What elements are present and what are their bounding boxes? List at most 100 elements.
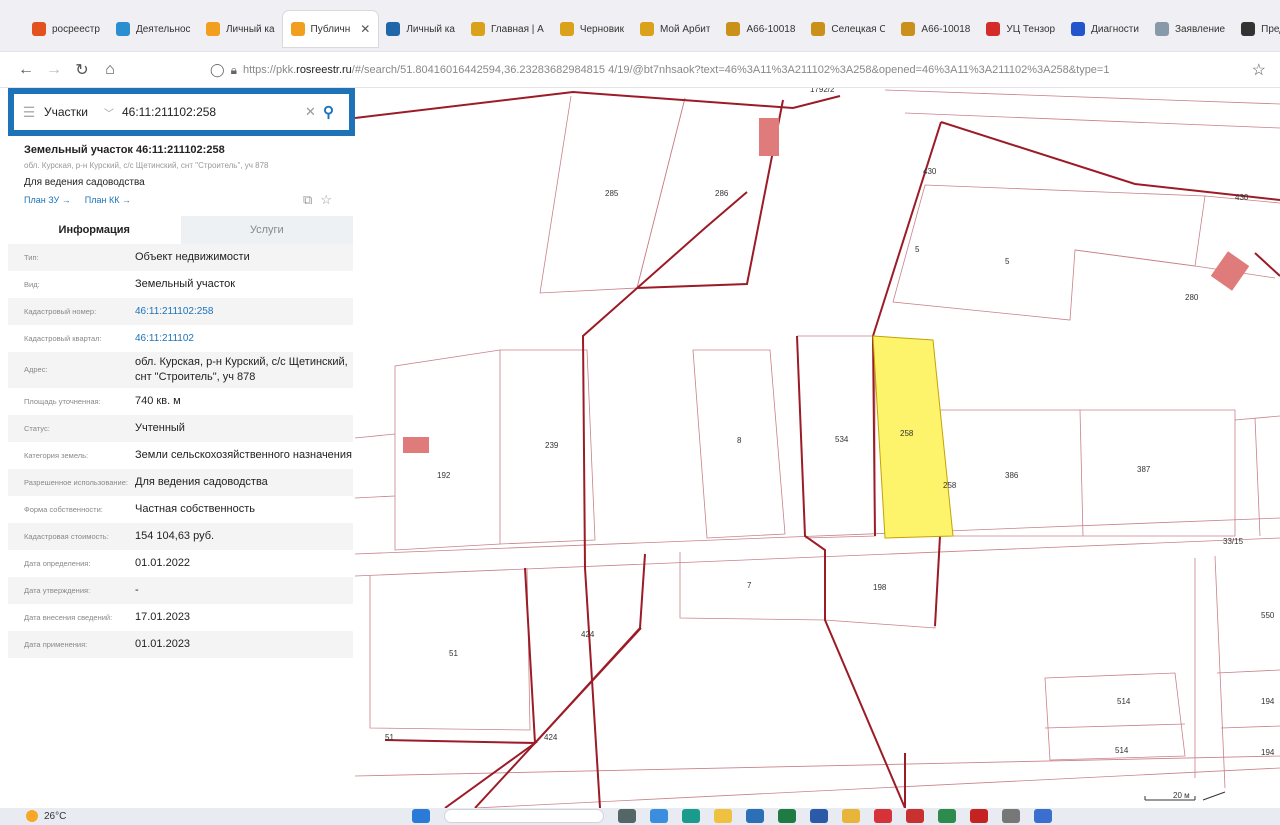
menu-icon[interactable]: ☰ [14,104,44,121]
browser-tab[interactable]: Диагности [1063,11,1147,47]
browser-tab[interactable]: Публичн ✕ [282,11,379,47]
attribute-link[interactable]: 46:11:211102 [135,332,353,346]
zoom-to-icon[interactable]: ⧉ [303,192,312,208]
parcel-number-label: 550 [1261,611,1275,620]
plan-kk-link[interactable]: План КК → [85,195,131,205]
attribute-value: 740 кв. м [135,394,181,407]
tab-favicon-icon [986,22,1001,36]
browser-tab[interactable]: А66-10018 [718,11,803,47]
browser-tab[interactable]: Селецкая С [803,11,893,47]
excel-icon[interactable] [778,809,796,823]
tab-services[interactable]: Услуги [180,216,353,244]
parcel-number-label: 258 [943,481,957,490]
chevron-down-icon[interactable]: ﹀ [104,105,122,120]
attribute-row: Статус: Учтенный [8,414,353,442]
attribute-row: Дата применения: 01.01.2023 [8,630,353,658]
bookmark-star-icon[interactable]: ☆ [1252,60,1266,80]
browser-tab[interactable]: Личный ка [198,11,283,47]
search-bar: ☰ Участки ﹀ 46:11:211102:258 ✕ ⚲ ‹ [8,88,369,136]
cadastral-map[interactable]: 1792/2 285 286 430 430 5 5 280 239 192 8 534 258 258 3… [355,88,1280,808]
parcel-number-label: 7 [747,581,752,590]
word-icon[interactable] [810,809,828,823]
attribute-link[interactable]: 46:11:211102:258 [135,305,353,319]
parcel-number-label: 424 [544,733,558,742]
parcel-number-label: 198 [873,583,887,592]
attribute-value: Для ведения садоводства [135,475,268,488]
attribute-key: Форма собственности: [24,504,103,514]
browser-tab[interactable]: А66-10018 [893,11,978,47]
attribute-key: Дата определения: [24,558,91,568]
explorer-icon[interactable] [842,809,860,823]
browser-tab[interactable]: Черновик [552,11,632,47]
shield-icon[interactable]: ◯ [210,62,225,78]
parcel-number-label: 514 [1117,697,1131,706]
sun-icon [26,810,38,822]
yandex-icon[interactable] [906,809,924,823]
close-tab-icon[interactable]: ✕ [360,22,370,36]
plan-zu-link[interactable]: План ЗУ → [24,195,71,205]
vpn-icon[interactable] [938,809,956,823]
store-icon[interactable] [746,809,764,823]
favorite-star-icon[interactable]: ☆ [320,192,332,208]
folder-icon[interactable] [714,809,732,823]
map-canvas[interactable]: 1792/2 285 286 430 430 5 5 280 239 192 8 534 258 258 3… [355,88,1280,808]
browser-tab[interactable]: Главная | А [463,11,552,47]
weather-widget[interactable]: 26°C [26,810,66,822]
tab-favicon-icon [290,22,305,36]
tab-label: Диагности [1091,23,1139,35]
attribute-key: Вид: [24,280,40,289]
attribute-key: Дата применения: [24,639,88,649]
parcel-number-label: 386 [1005,471,1019,480]
tab-information[interactable]: Информация [8,216,181,244]
lock-icon: 🔒︎ [230,62,237,77]
tab-label: Черновик [579,23,624,35]
browser-tab[interactable]: Предостав [1233,11,1280,47]
other-icon[interactable] [1034,809,1052,823]
browser-tab[interactable]: УЦ Тензор [978,11,1063,47]
pdf-icon[interactable] [970,809,988,823]
parcel-number-label: 424 [581,630,595,639]
parcel-number-label: 33/15 [1223,537,1244,546]
taskbar-search[interactable] [444,809,604,823]
reload-icon[interactable]: ↻ [68,56,96,84]
parcel-number-label: 1792/2 [810,88,835,94]
task-view-icon[interactable] [618,809,636,823]
browser-tab[interactable]: Личный ка [378,11,463,47]
attribute-value: Учтенный [135,421,185,434]
browser-tab[interactable]: Деятельнос [108,11,198,47]
url-bar[interactable]: ◯ 🔒︎ https://pkk.rosreestr.ru/#/search/5… [210,56,1240,84]
back-icon[interactable]: ← [12,56,40,84]
search-input[interactable]: 46:11:211102:258 [122,105,305,119]
search-icon[interactable]: ⚲ [323,103,349,121]
parcel-number-label: 194 [1261,697,1275,706]
temperature: 26°C [44,810,67,822]
edge-icon[interactable] [682,809,700,823]
browser-tab[interactable]: росреестр [24,11,108,47]
start-icon[interactable] [412,809,430,823]
building-marker [759,118,779,156]
home-icon[interactable]: ⌂ [96,56,124,84]
browser-tab[interactable]: Мой Арбит [632,11,719,47]
tab-favicon-icon [32,22,46,36]
attribute-row: Кадастровый квартал: 46:11:211102 [8,325,353,352]
tab-label: Мой Арбит [659,23,711,35]
chrome-icon[interactable] [650,809,668,823]
tab-favicon-icon [386,22,401,36]
attribute-key: Дата утверждения: [24,585,91,595]
attribute-value: - [135,583,139,596]
browser-tab[interactable]: Заявление [1147,11,1233,47]
parcel-number-label: 239 [545,441,559,450]
attribute-key: Кадастровая стоимость: [24,531,109,541]
tab-favicon-icon [115,22,130,36]
attribute-row: Категория земель: Земли сельскохозяйствен… [8,442,353,469]
app-icon[interactable] [1002,809,1020,823]
tab-favicon-icon [811,22,826,36]
parcel-number-label: 430 [923,167,937,176]
search-mode-select[interactable]: Участки [44,105,104,119]
forward-icon[interactable]: → [40,56,68,84]
attribute-key: Категория земель: [24,450,89,460]
attribute-value: 154 104,63 руб. [135,529,215,542]
opera-icon[interactable] [874,809,892,823]
clear-icon[interactable]: ✕ [305,104,323,120]
parcel-number-label: 51 [385,733,394,742]
